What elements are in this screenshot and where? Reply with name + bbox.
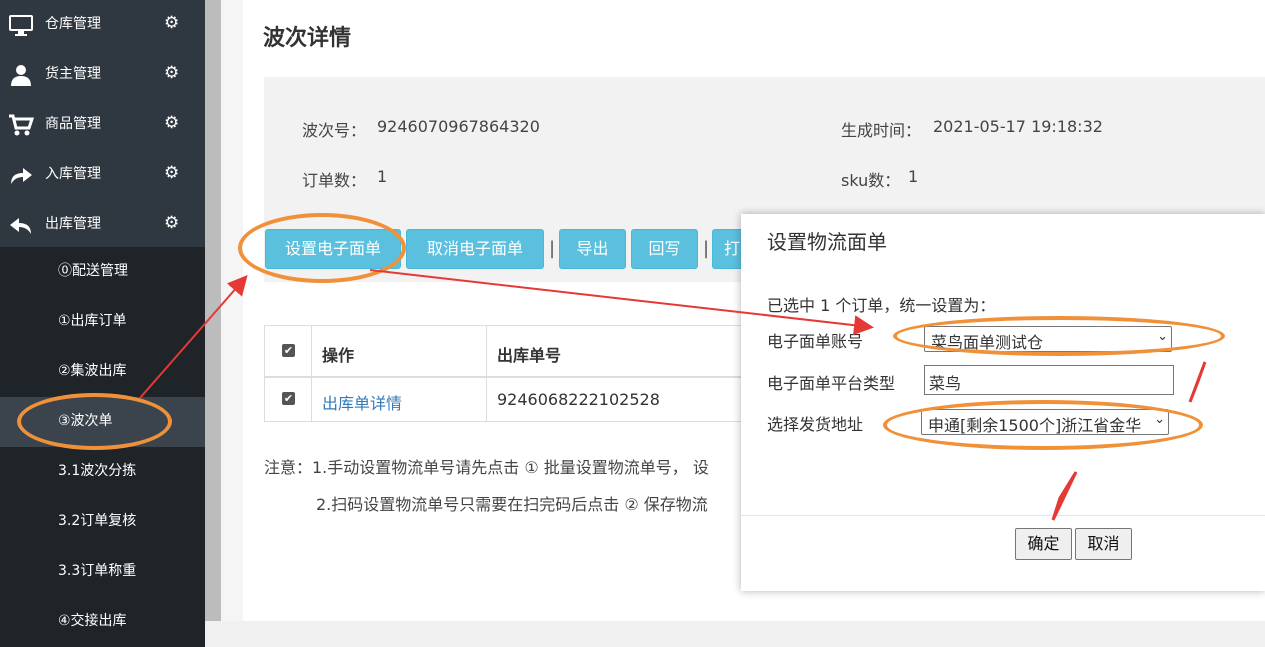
arrow-to-address-select (1188, 361, 1207, 403)
annotation-arrows (139, 269, 1207, 521)
arrow-to-account-select (369, 269, 874, 336)
arrow-to-set-button (139, 274, 248, 399)
arrow-to-confirm-button (1051, 471, 1078, 521)
